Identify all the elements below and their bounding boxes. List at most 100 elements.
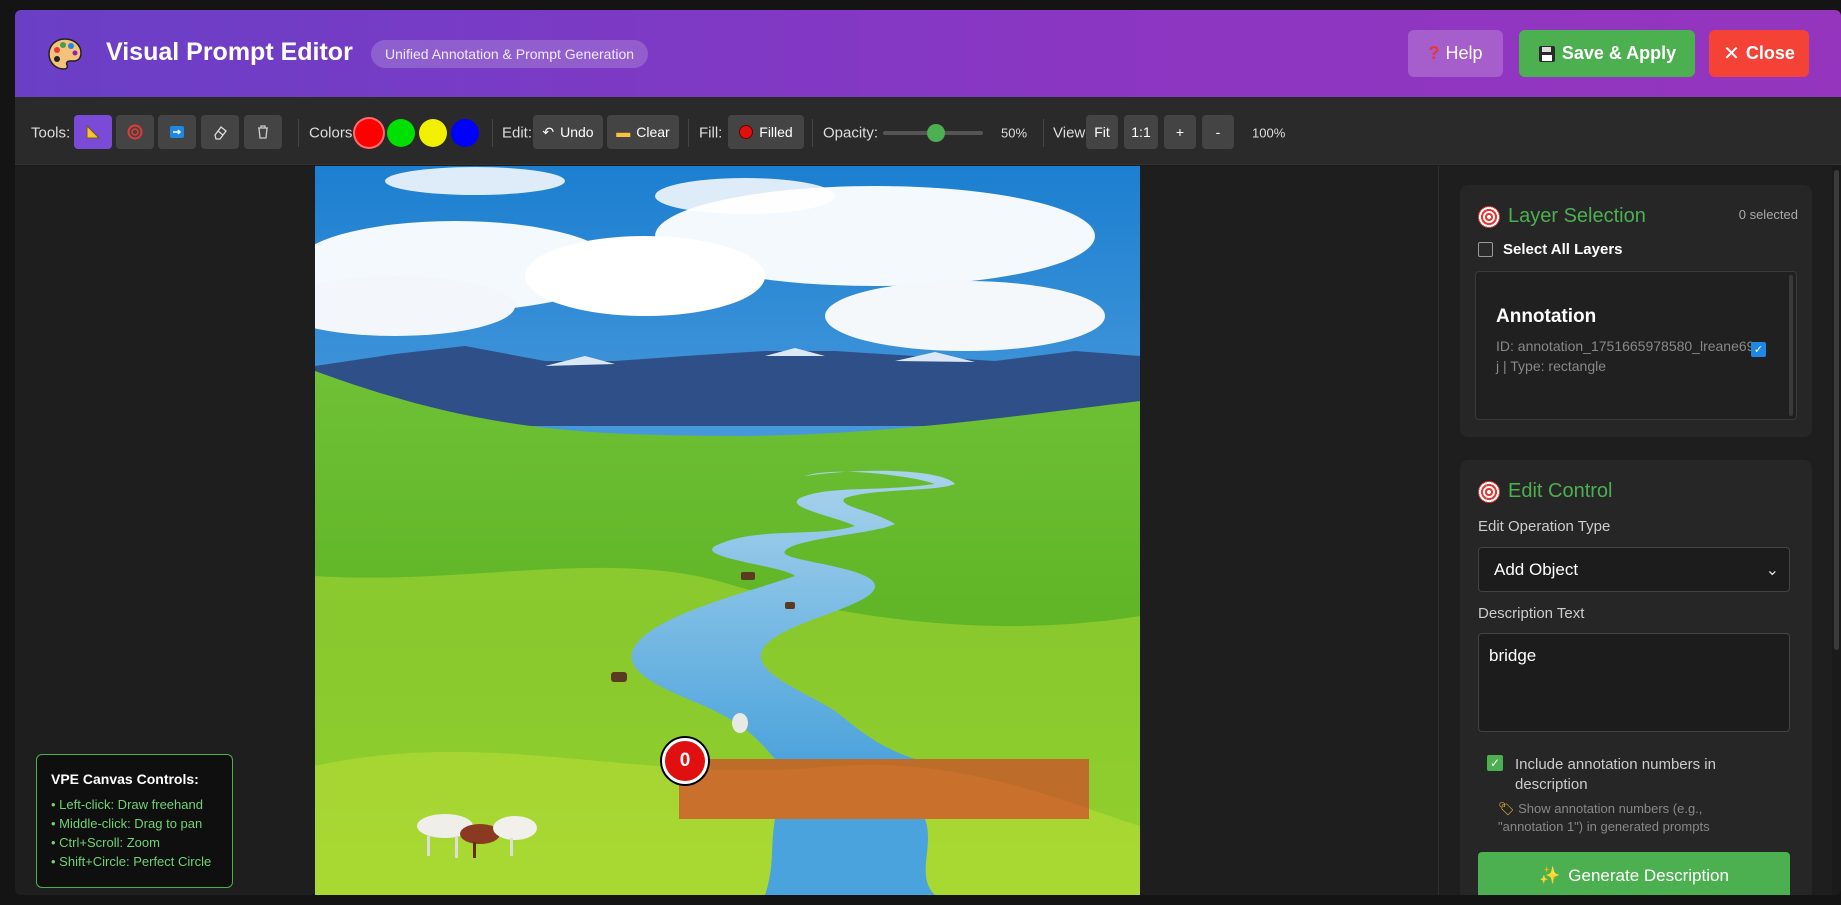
canvas-area[interactable]: 0 VPE Canvas Controls: • Left-click: Dra… [15,166,1438,895]
delete-tool-button[interactable] [244,115,282,149]
canvas-controls-title: VPE Canvas Controls: [51,771,199,787]
generate-description-button[interactable]: ✨ Generate Description [1478,852,1790,895]
layer-list-scrollbar[interactable] [1789,275,1793,416]
close-button[interactable]: ✕ Close [1709,30,1809,77]
actual-size-button[interactable]: 1:1 [1124,115,1158,149]
help-line: • Left-click: Draw freehand [51,797,203,812]
panel-scrollbar[interactable] [1832,166,1841,895]
fill-label: Fill: [699,124,723,142]
filled-label: Filled [759,124,793,140]
zoom-out-button[interactable]: - [1202,115,1234,149]
edit-control-title: Edit Control [1478,480,1613,503]
target-icon [1478,205,1500,228]
page-title: Visual Prompt Editor [106,38,353,66]
color-swatch-blue[interactable] [451,119,479,147]
include-numbers-checkbox[interactable]: ✓ Include annotation numbers in descript… [1487,755,1735,795]
undo-button[interactable]: ↶ Undo [533,115,603,149]
layer-selection-label: Layer Selection [1508,205,1646,227]
question-icon: ? [1428,43,1440,63]
layer-checkbox[interactable]: ✓ [1751,342,1766,357]
edit-label: Edit: [502,124,533,142]
toolbar-divider [492,119,493,147]
rectangle-tool-button[interactable] [158,115,196,149]
circle-tool-button[interactable] [116,115,154,149]
undo-arrow-icon: ↶ [542,123,555,140]
arrow-right-box-icon [170,126,184,138]
layer-meta: ID: annotation_1751665978580_lreane69j |… [1496,338,1755,374]
annotation-rectangle[interactable] [679,759,1089,819]
chevron-down-icon: ⌄ [1765,562,1779,579]
include-numbers-hint: 🏷 Show annotation numbers (e.g., "annota… [1498,800,1758,836]
edit-control-card: Edit Control Edit Operation Type Add Obj… [1460,460,1812,895]
circle-target-icon [127,124,143,140]
operation-type-select[interactable]: Add Object ⌄ [1478,547,1790,592]
operation-type-value: Add Object [1494,559,1579,579]
layer-item[interactable]: Annotation ID: annotation_1751665978580_… [1496,306,1756,376]
opacity-value: 50% [1001,125,1028,141]
opacity-label: Opacity: [823,124,879,142]
help-button[interactable]: ? Help [1408,30,1503,77]
help-line: • Shift+Circle: Perfect Circle [51,854,212,869]
help-line: • Middle-click: Drag to pan [51,816,203,831]
toolbar-divider [688,119,689,147]
trash-icon [258,125,268,139]
triangle-ruler-icon [86,124,101,139]
eraser-icon [214,126,227,140]
view-label: View: [1053,124,1090,142]
toolbar-divider [298,119,299,147]
subtitle-badge: Unified Annotation & Prompt Generation [371,40,649,68]
description-label: Description Text [1478,605,1585,622]
red-circle-icon [739,125,754,139]
color-swatch-red[interactable] [355,119,383,147]
opacity-slider-knob[interactable] [927,124,945,142]
fit-view-button[interactable]: Fit [1086,115,1118,149]
color-swatch-yellow[interactable] [419,119,447,147]
save-label: Save & Apply [1561,43,1677,63]
zoom-value: 100% [1252,125,1286,141]
description-textarea[interactable]: bridge [1478,633,1790,732]
fill-mode-button[interactable]: Filled [728,115,804,149]
freehand-tool-button[interactable] [74,115,112,149]
toolbar-divider [1043,119,1044,147]
canvas-controls-help: VPE Canvas Controls: • Left-click: Draw … [36,754,233,888]
checkbox-checked-icon: ✓ [1487,755,1503,771]
select-all-layers-checkbox[interactable]: Select All Layers [1478,241,1623,258]
header-bar: Visual Prompt Editor Unified Annotation … [15,10,1841,97]
palette-icon [48,38,82,70]
editor-modal: Visual Prompt Editor Unified Annotation … [15,10,1841,895]
include-numbers-label: Include annotation numbers in descriptio… [1515,756,1716,793]
save-apply-button[interactable]: Save & Apply [1519,30,1695,77]
layer-list[interactable]: Annotation ID: annotation_1751665978580_… [1475,271,1797,420]
select-all-label: Select All Layers [1503,241,1623,258]
folder-icon: ▬ [616,124,631,140]
help-line: • Ctrl+Scroll: Zoom [51,835,160,850]
hint-text: Show annotation numbers (e.g., "annotati… [1498,801,1710,834]
close-icon: ✕ [1723,43,1740,65]
clear-label: Clear [636,124,670,140]
toolbar: Tools: Colors: Edit: ↶ Undo ▬ Clear Fill… [15,97,1841,165]
help-label: Help [1445,43,1483,63]
right-panel: Layer Selection 0 selected Select All La… [1438,166,1841,895]
eraser-tool-button[interactable] [201,115,239,149]
target-icon [1478,480,1500,503]
layer-name: Annotation [1496,306,1597,327]
operation-type-label: Edit Operation Type [1478,518,1611,535]
sparkles-icon: ✨ [1539,865,1561,885]
edit-control-label: Edit Control [1508,480,1613,502]
generate-label: Generate Description [1568,865,1729,885]
undo-label: Undo [560,124,594,140]
tools-label: Tools: [31,124,71,142]
color-swatch-green[interactable] [387,119,415,147]
clear-button[interactable]: ▬ Clear [607,115,679,149]
colors-label: Colors: [309,124,357,142]
layer-selection-card: Layer Selection 0 selected Select All La… [1460,185,1812,437]
floppy-disk-icon [1538,45,1555,62]
checkbox-icon [1478,242,1493,257]
close-label: Close [1745,43,1795,63]
tag-icon: 🏷 [1498,801,1515,816]
zoom-in-button[interactable]: + [1164,115,1196,149]
annotation-number-badge[interactable]: 0 [662,738,708,784]
selected-count: 0 selected [1738,207,1798,222]
panel-scrollbar-thumb[interactable] [1834,170,1839,650]
layer-selection-title: Layer Selection [1478,205,1646,228]
